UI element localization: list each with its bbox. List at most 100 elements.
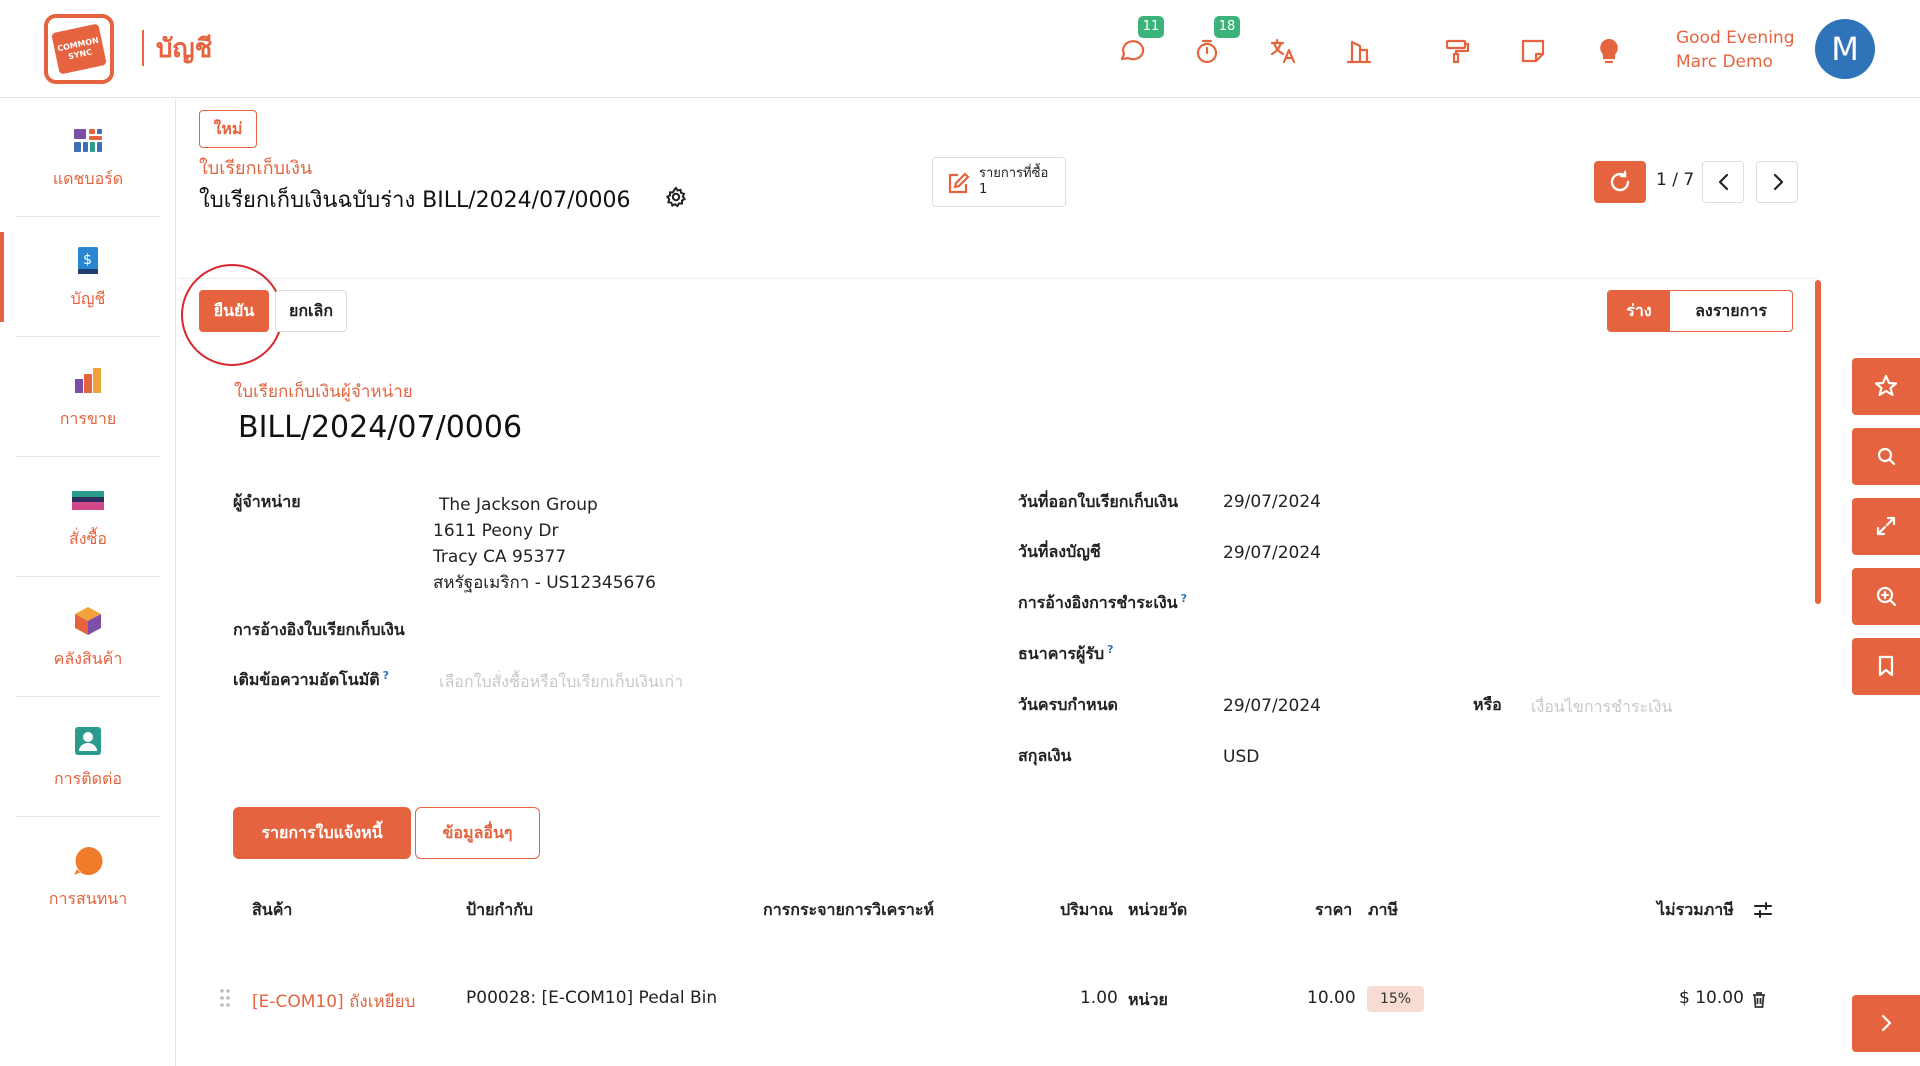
app-title[interactable]: บัญชี: [156, 28, 212, 69]
row-tax-badge[interactable]: 15%: [1367, 986, 1424, 1012]
active-indicator: [0, 232, 4, 322]
bookmark-button[interactable]: [1852, 638, 1920, 695]
tab-invoice-lines[interactable]: รายการใบแจ้งหนี้: [233, 807, 411, 859]
company-building-icon[interactable]: [1344, 36, 1374, 66]
sidebar-item-label: การติดต่อ: [53, 769, 123, 788]
activities-badge: 18: [1214, 16, 1240, 38]
sidebar-item-discuss[interactable]: การสนทนา: [16, 819, 160, 937]
help-icon[interactable]: ?: [383, 669, 389, 682]
column-header-subtotal[interactable]: ไม่รวมภาษี: [1657, 898, 1734, 923]
row-quantity[interactable]: 1.00: [1080, 988, 1118, 1008]
accounting-date-field[interactable]: 29/07/2024: [1223, 543, 1321, 563]
status-posted[interactable]: ลงรายการ: [1670, 291, 1792, 331]
column-header-analytic[interactable]: การกระจายการวิเคราะห์: [763, 898, 934, 923]
pager-previous-button[interactable]: [1702, 161, 1744, 203]
bookmark-icon: [1878, 655, 1894, 677]
sidebar-item-contacts[interactable]: การติดต่อ: [16, 699, 160, 817]
sidebar-item-accounting[interactable]: $ บัญชี: [16, 219, 160, 337]
help-icon[interactable]: ?: [1107, 643, 1113, 656]
collapse-panel-button[interactable]: [1852, 995, 1920, 1052]
document-type: ใบเรียกเก็บเงินผู้จำหน่าย: [234, 382, 413, 402]
dashboard-icon: [74, 129, 102, 152]
refresh-button[interactable]: [1594, 161, 1646, 203]
sidebar-item-sales[interactable]: การขาย: [16, 339, 160, 457]
svg-text:$: $: [83, 252, 92, 268]
gear-icon[interactable]: [665, 186, 687, 208]
bill-reference-label: การอ้างอิงใบเรียกเก็บเงิน: [233, 620, 405, 639]
vendor-field[interactable]: The Jackson Group 1611 Peony Dr Tracy CA…: [433, 492, 656, 596]
status-bar: ร่าง ลงรายการ: [1607, 290, 1793, 332]
tab-other-info[interactable]: ข้อมูลอื่นๆ: [415, 807, 540, 859]
help-icon[interactable]: ?: [1181, 592, 1187, 605]
row-product[interactable]: [E-COM10] ถังเหยียบ: [252, 988, 415, 1015]
currency-field[interactable]: USD: [1223, 747, 1259, 767]
cancel-button[interactable]: ยกเลิก: [275, 290, 347, 332]
paint-roller-icon[interactable]: [1442, 36, 1472, 66]
auto-complete-label: เติมข้อความอัตโนมัติ?: [233, 668, 389, 693]
pager-value[interactable]: 1 / 7: [1656, 170, 1694, 190]
bill-date-label: วันที่ออกใบเรียกเก็บเงิน: [1018, 492, 1178, 511]
star-icon: [1874, 374, 1898, 397]
chevron-right-icon: [1881, 1014, 1892, 1032]
column-header-price[interactable]: ราคา: [1315, 898, 1352, 923]
row-price[interactable]: 10.00: [1307, 988, 1356, 1008]
smart-button-count: 1: [979, 182, 988, 197]
messages-icon[interactable]: 11: [1116, 16, 1164, 66]
breadcrumb-parent[interactable]: ใบเรียกเก็บเงิน: [199, 153, 312, 182]
auto-complete-input[interactable]: เลือกใบสั่งซื้อหรือใบเรียกเก็บเงินเก่า: [439, 670, 683, 695]
app-logo[interactable]: COMMON SYNC: [44, 14, 114, 84]
zoom-in-icon: [1876, 586, 1897, 607]
note-icon[interactable]: [1518, 36, 1548, 66]
user-greeting[interactable]: Good Evening Marc Demo: [1676, 26, 1795, 74]
column-header-tax[interactable]: ภาษี: [1368, 898, 1398, 923]
due-date-field[interactable]: 29/07/2024: [1223, 696, 1321, 716]
expand-button[interactable]: [1852, 498, 1920, 555]
column-header-label[interactable]: ป้ายกำกับ: [466, 898, 533, 923]
column-header-quantity[interactable]: ปริมาณ: [1060, 898, 1113, 923]
recipient-bank-label-text: ธนาคารผู้รับ: [1018, 644, 1105, 663]
vendor-label: ผู้จำหน่าย: [233, 492, 301, 511]
favorite-button[interactable]: [1852, 358, 1920, 415]
user-name: Marc Demo: [1676, 52, 1773, 72]
search-icon: [1877, 447, 1896, 466]
recipient-bank-label: ธนาคารผู้รับ?: [1018, 642, 1113, 667]
vendor-city: Tracy CA 95377: [433, 547, 567, 567]
breadcrumb-current: ใบเรียกเก็บเงินฉบับร่าง BILL/2024/07/000…: [199, 188, 631, 213]
payment-terms-input[interactable]: เงื่อนไขการชำระเงิน: [1531, 695, 1672, 720]
or-label: หรือ: [1473, 695, 1502, 714]
sidebar-item-label: สั่งซื้อ: [68, 529, 108, 548]
inventory-icon: [75, 607, 101, 635]
sidebar-item-purchase[interactable]: สั่งซื้อ: [16, 459, 160, 577]
column-settings-icon[interactable]: [1752, 899, 1774, 921]
sidebar-item-inventory[interactable]: คลังสินค้า: [16, 579, 160, 697]
drag-handle-icon[interactable]: [218, 988, 232, 1008]
sidebar-item-label: บัญชี: [70, 289, 106, 308]
scrollbar[interactable]: [1815, 280, 1821, 604]
top-navbar: COMMON SYNC บัญชี 11 18 Good Evening Mar…: [0, 0, 1920, 98]
purchase-matching-button[interactable]: รายการที่ซื้อ 1: [932, 157, 1066, 207]
trash-icon[interactable]: [1751, 991, 1767, 1009]
sidebar-item-label: คลังสินค้า: [53, 649, 123, 668]
zoom-in-button[interactable]: [1852, 568, 1920, 625]
column-header-product[interactable]: สินค้า: [252, 898, 292, 923]
chevron-right-icon: [1773, 173, 1784, 191]
sidebar-item-dashboard[interactable]: แดชบอร์ด: [16, 99, 160, 217]
bill-date-field[interactable]: 29/07/2024: [1223, 492, 1321, 512]
pager-next-button[interactable]: [1756, 161, 1798, 203]
lightbulb-icon[interactable]: [1594, 36, 1624, 66]
messages-badge: 11: [1138, 16, 1164, 38]
new-button[interactable]: ใหม่: [199, 110, 257, 148]
row-label[interactable]: P00028: [E-COM10] Pedal Bin: [466, 988, 717, 1008]
sales-icon: [75, 368, 101, 393]
search-button[interactable]: [1852, 428, 1920, 485]
column-header-uom[interactable]: หน่วยวัด: [1128, 898, 1187, 923]
edit-icon: [945, 170, 971, 196]
row-uom[interactable]: หน่วย: [1128, 988, 1168, 1013]
status-draft[interactable]: ร่าง: [1608, 291, 1670, 331]
accounting-date-label: วันที่ลงบัญชี: [1018, 542, 1101, 561]
user-avatar[interactable]: M: [1815, 19, 1875, 79]
contacts-icon: [75, 727, 101, 755]
payment-reference-label: การอ้างอิงการชำระเงิน?: [1018, 591, 1187, 616]
activities-clock-icon[interactable]: 18: [1192, 16, 1240, 66]
translate-icon[interactable]: [1268, 36, 1298, 66]
